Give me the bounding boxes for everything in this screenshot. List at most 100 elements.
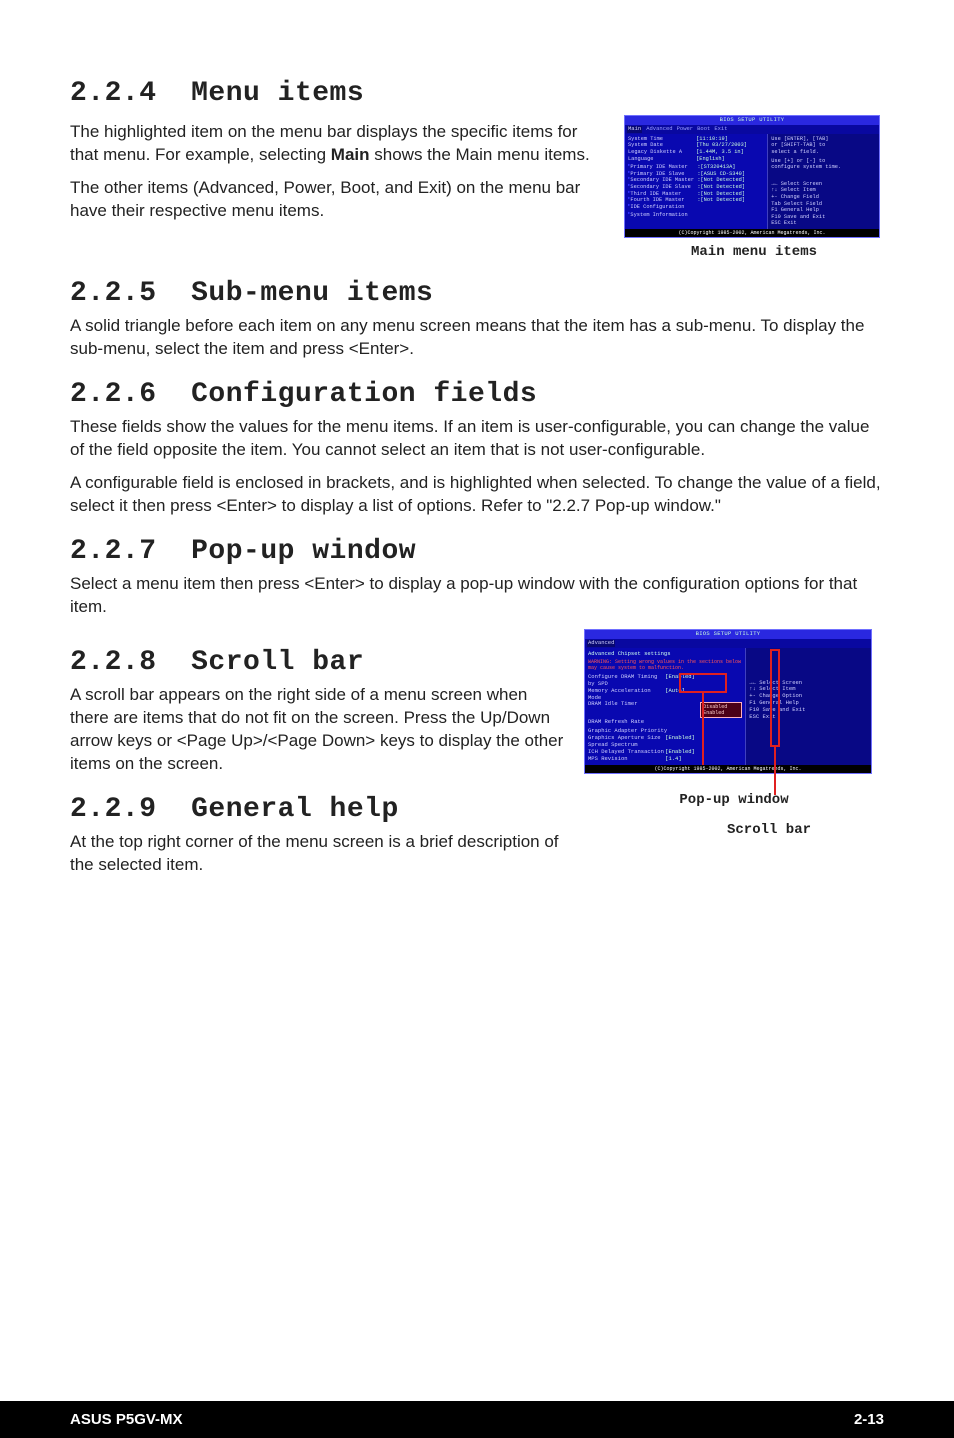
callout-scrollbar-box — [770, 649, 780, 747]
callout-scrollbar-line — [774, 747, 776, 795]
sectitle-226: Configuration fields — [191, 379, 537, 410]
secnum-224: 2.2.4 — [70, 78, 157, 109]
sectitle-225: Sub-menu items — [191, 278, 433, 309]
b1-ht1: or [SHIFT-TAB] to — [771, 142, 876, 149]
b2-r0k: Configure DRAM Timing by SPD — [588, 674, 665, 688]
b1-r0k: System Time — [628, 136, 696, 143]
bios1-left: System Time[11:10:19] System Date[Thu 03… — [625, 134, 767, 229]
b1-s4v: :[Not Detected] — [697, 191, 764, 198]
b1-hb1: ↑↓ Select Item — [771, 187, 876, 194]
b1-hb5: F10 Save and Exit — [771, 214, 876, 221]
b1-ht0: Use [ENTER], [TAB] — [771, 136, 876, 143]
secnum-227: 2.2.7 — [70, 536, 157, 567]
b1-r3k: Language — [628, 156, 696, 163]
b1-s6k: IDE Configuration — [630, 204, 764, 211]
b2-r24k: MPS Revision — [588, 756, 665, 763]
b1-ht2: select a field. — [771, 149, 876, 156]
b2-hdr: Advanced Chipset settings — [588, 650, 742, 659]
para-225: A solid triangle before each item on any… — [70, 315, 884, 361]
heading-225: 2.2.5 Sub-menu items — [70, 278, 884, 309]
fig1-caption: Main menu items — [624, 244, 884, 260]
bios1-tab-adv: Advanced — [646, 126, 672, 133]
bios1-tab-main: Main — [627, 126, 642, 133]
bios2-left: Advanced Chipset settings WARNING: Setti… — [585, 648, 745, 765]
b1-ht4: Use [+] or [-] to — [771, 158, 876, 165]
secnum-229: 2.2.9 — [70, 794, 157, 825]
b1-s2k: Secondary IDE Master — [630, 177, 697, 184]
para-224a: The highlighted item on the menu bar dis… — [70, 121, 606, 167]
b1-hb0: →← Select Screen — [771, 181, 876, 188]
b1-s4k: Third IDE Master — [630, 191, 697, 198]
b1-hb4: F1 General Help — [771, 207, 876, 214]
page-footer: ASUS P5GV-MX 2-13 — [0, 1401, 954, 1438]
fig2-caption-scroll: Scroll bar — [654, 822, 884, 838]
sectitle-228: Scroll bar — [191, 647, 364, 678]
b2-r1k: Memory Acceleration Mode — [588, 688, 665, 702]
bios2-popup: Disabled Enabled — [700, 702, 742, 718]
bios1-titlebar: BIOS SETUP UTILITY — [625, 116, 879, 125]
b1-r2v: [1.44M, 3.5 in] — [696, 149, 764, 156]
b1-r3v: [English] — [696, 156, 764, 163]
heading-224: 2.2.4 Menu items — [70, 78, 884, 109]
heading-228: 2.2.8 Scroll bar — [70, 647, 566, 678]
heading-229: 2.2.9 General help — [70, 794, 566, 825]
p224a-main: Main — [331, 145, 370, 164]
secnum-225: 2.2.5 — [70, 278, 157, 309]
b2-h5: ESC Exit — [749, 714, 868, 721]
bios-advanced-screenshot: BIOS SETUP UTILITY Advanced Advanced Chi… — [584, 629, 872, 774]
footer-left: ASUS P5GV-MX — [70, 1411, 183, 1428]
sectitle-227: Pop-up window — [191, 536, 416, 567]
callout-popup-line — [702, 693, 704, 765]
bios1-right: Use [ENTER], [TAB] or [SHIFT-TAB] to sel… — [767, 134, 879, 229]
para-227: Select a menu item then press <Enter> to… — [70, 573, 884, 619]
bios2-right: →← Select Screen ↑↓ Select Item +- Chang… — [745, 648, 871, 765]
b1-s0k: Primary IDE Master — [630, 164, 697, 171]
b1-s2v: :[Not Detected] — [697, 177, 764, 184]
bios2-tabs: Advanced — [585, 639, 871, 648]
b1-s3v: :[Not Detected] — [697, 184, 764, 191]
bios1-footer: (C)Copyright 1985-2002, American Megatre… — [625, 229, 879, 237]
bios1-tab-exit: Exit — [714, 126, 727, 133]
b1-r2k: Legacy Diskette A — [628, 149, 696, 156]
b1-s3k: Secondary IDE Slave — [630, 184, 697, 191]
bios1-tabs: Main Advanced Power Boot Exit — [625, 125, 879, 134]
b1-s1v: :[ASUS CD-S340] — [697, 171, 764, 178]
footer-right: 2-13 — [854, 1411, 884, 1428]
bios2-titlebar: BIOS SETUP UTILITY — [585, 630, 871, 639]
b2-r3k: DRAM Refresh Rate — [588, 719, 742, 726]
b1-s0v: :[ST320413A] — [697, 164, 764, 171]
bios1-tab-power: Power — [677, 126, 694, 133]
para-228: A scroll bar appears on the right side o… — [70, 684, 566, 776]
b1-s1k: Primary IDE Slave — [630, 171, 697, 178]
secnum-226: 2.2.6 — [70, 379, 157, 410]
b1-hb3: Tab Select Field — [771, 201, 876, 208]
b1-hb2: +- Change Field — [771, 194, 876, 201]
b1-hb6: ESC Exit — [771, 220, 876, 227]
b1-ht5: configure system time. — [771, 164, 876, 171]
para-226a: These fields show the values for the men… — [70, 416, 884, 462]
bios1-tab-boot: Boot — [697, 126, 710, 133]
b1-r1v: [Thu 03/27/2003] — [696, 142, 764, 149]
b2-r2k: DRAM Idle Timer — [588, 701, 700, 719]
sectitle-224: Menu items — [191, 78, 364, 109]
b2-warn: WARNING: Setting wrong values in the sec… — [588, 660, 742, 672]
secnum-228: 2.2.8 — [70, 647, 157, 678]
para-226b: A configurable field is enclosed in brac… — [70, 472, 884, 518]
b1-r1k: System Date — [628, 142, 696, 149]
b2-p1: Enabled — [703, 710, 739, 716]
b1-s5k: Fourth IDE Master — [630, 197, 697, 204]
p224a-t2: shows the Main menu items. — [370, 145, 590, 164]
para-229: At the top right corner of the menu scre… — [70, 831, 566, 877]
sectitle-229: General help — [191, 794, 399, 825]
heading-226: 2.2.6 Configuration fields — [70, 379, 884, 410]
bios2-tab-adv: Advanced — [587, 640, 615, 647]
heading-227: 2.2.7 Pop-up window — [70, 536, 884, 567]
fig2-caption-popup: Pop-up window — [584, 792, 884, 808]
bios2-footer: (C)Copyright 1985-2002, American Megatre… — [585, 765, 871, 773]
b1-s5v: :[Not Detected] — [697, 197, 764, 204]
b1-r0v: [11:10:19] — [696, 136, 764, 143]
para-224b: The other items (Advanced, Power, Boot, … — [70, 177, 606, 223]
bios-main-screenshot: BIOS SETUP UTILITY Main Advanced Power B… — [624, 115, 880, 238]
b1-sysinfo: System Information — [630, 212, 764, 219]
callout-popup-box — [679, 673, 727, 693]
